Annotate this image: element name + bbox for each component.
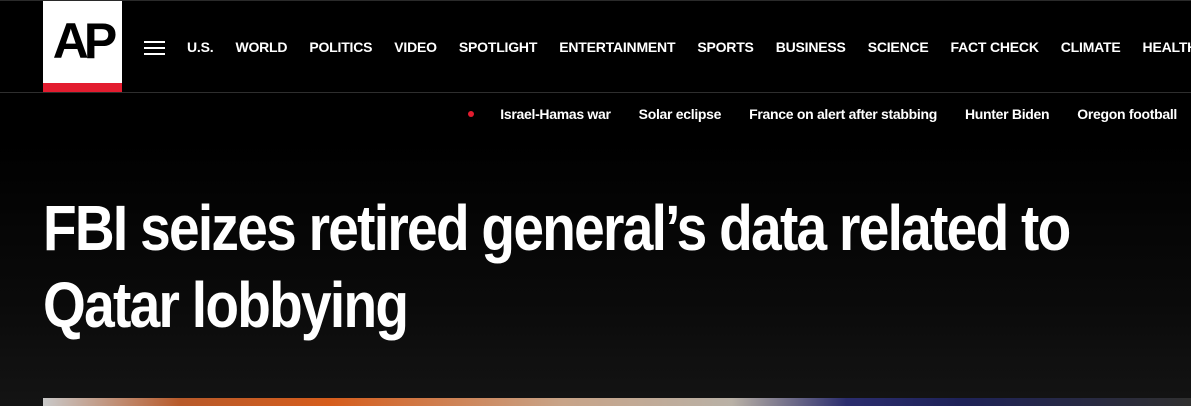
trending-item[interactable]: Oregon football bbox=[1077, 106, 1177, 122]
nav-item-spotlight[interactable]: SPOTLIGHT bbox=[459, 36, 538, 60]
nav-item-politics[interactable]: POLITICS bbox=[309, 36, 372, 60]
ap-logo[interactable]: AP bbox=[43, 1, 122, 92]
hero-image[interactable] bbox=[43, 398, 1191, 406]
top-border bbox=[0, 0, 1191, 1]
article-headline: FBI seizes retired general’s data relate… bbox=[43, 192, 1071, 341]
nav-item-world[interactable]: WORLD bbox=[235, 36, 287, 60]
trending-item[interactable]: Israel-Hamas war bbox=[500, 106, 611, 122]
live-dot-icon bbox=[468, 111, 475, 117]
hamburger-menu-icon[interactable] bbox=[144, 40, 165, 56]
nav-item-business[interactable]: BUSINESS bbox=[776, 36, 846, 60]
site-header: AP U.S. WORLD POLITICS VIDEO SPOTLIGHT E… bbox=[0, 0, 1191, 92]
nav-item-science[interactable]: SCIENCE bbox=[868, 36, 929, 60]
trending-bar: Israel-Hamas war Solar eclipse France on… bbox=[468, 103, 1177, 125]
nav-item-health[interactable]: HEALTH bbox=[1143, 36, 1191, 60]
main-nav: U.S. WORLD POLITICS VIDEO SPOTLIGHT ENTE… bbox=[187, 36, 1191, 60]
trending-item[interactable]: Solar eclipse bbox=[639, 106, 722, 122]
nav-item-us[interactable]: U.S. bbox=[187, 36, 214, 60]
nav-item-fact-check[interactable]: FACT CHECK bbox=[951, 36, 1039, 60]
logo-text: AP bbox=[52, 13, 117, 69]
header-divider bbox=[0, 92, 1191, 93]
nav-item-climate[interactable]: CLIMATE bbox=[1061, 36, 1121, 60]
nav-item-sports[interactable]: SPORTS bbox=[697, 36, 754, 60]
nav-item-entertainment[interactable]: ENTERTAINMENT bbox=[559, 36, 675, 60]
logo-red-bar bbox=[43, 83, 122, 92]
trending-item[interactable]: Hunter Biden bbox=[965, 106, 1050, 122]
trending-item[interactable]: France on alert after stabbing bbox=[749, 106, 937, 122]
nav-item-video[interactable]: VIDEO bbox=[394, 36, 437, 60]
